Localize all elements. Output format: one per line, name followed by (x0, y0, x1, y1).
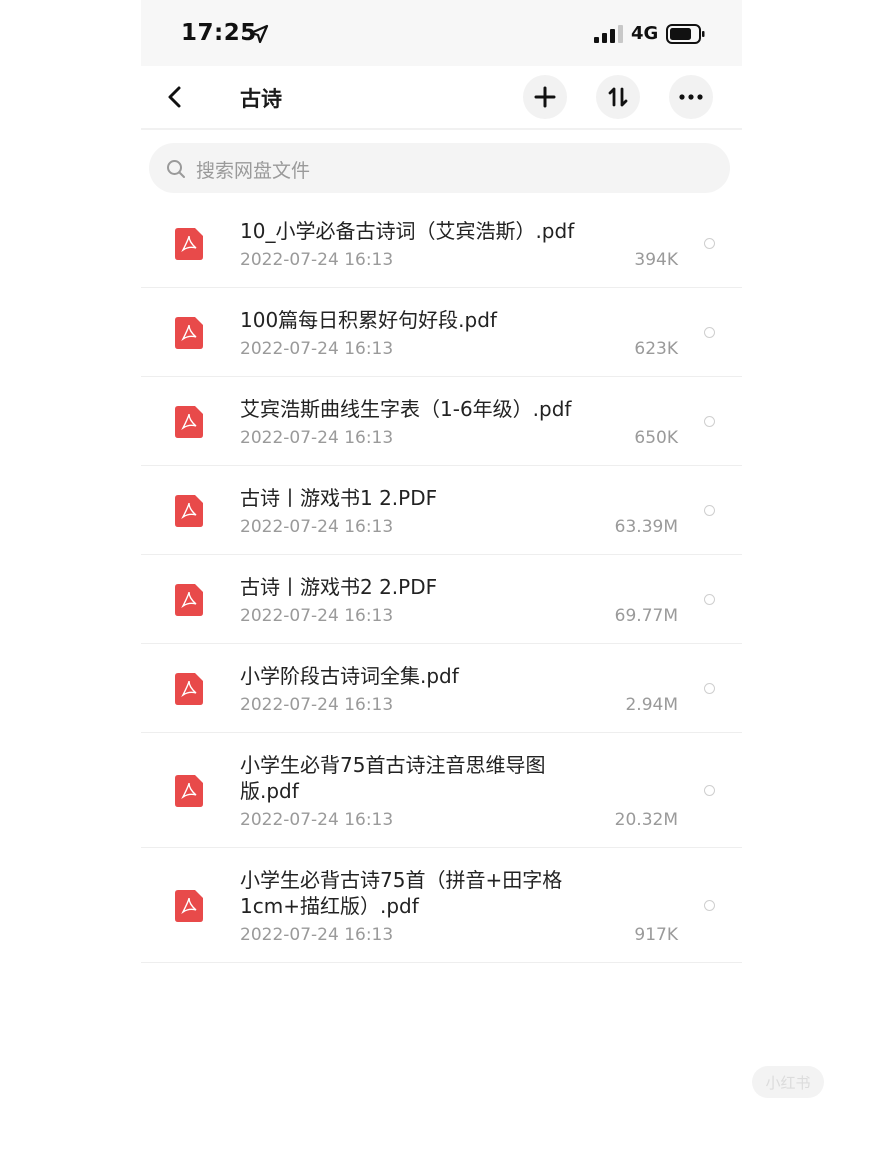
select-radio[interactable] (704, 238, 715, 249)
pdf-file-icon (175, 317, 203, 349)
file-size: 69.77M (614, 606, 678, 626)
file-date: 2022-07-24 16:13 (240, 606, 394, 626)
select-radio[interactable] (704, 327, 715, 338)
file-date: 2022-07-24 16:13 (240, 339, 394, 359)
plus-icon (534, 86, 556, 108)
file-date: 2022-07-24 16:13 (240, 810, 394, 830)
select-radio[interactable] (704, 785, 715, 796)
file-size: 394K (634, 250, 678, 270)
file-row[interactable]: 100篇每日积累好句好段.pdf 2022-07-24 16:13 623K (141, 288, 742, 377)
file-date: 2022-07-24 16:13 (240, 925, 394, 945)
file-name: 古诗丨游戏书2 2.PDF (240, 575, 438, 599)
file-name: 古诗丨游戏书1 2.PDF (240, 486, 438, 510)
file-date: 2022-07-24 16:13 (240, 428, 394, 448)
add-button[interactable] (523, 75, 567, 119)
file-name: 艾宾浩斯曲线生字表（1-6年级）.pdf (240, 397, 572, 421)
more-button[interactable] (669, 75, 713, 119)
status-bar: 17:25 4G (141, 0, 742, 66)
file-row[interactable]: 艾宾浩斯曲线生字表（1-6年级）.pdf 2022-07-24 16:13 65… (141, 377, 742, 466)
select-radio[interactable] (704, 900, 715, 911)
file-name: 小学生必背古诗75首（拼音+田字格1cm+描红版）.pdf (240, 868, 563, 918)
pdf-file-icon (175, 406, 203, 438)
pdf-file-icon (175, 228, 203, 260)
file-size: 63.39M (614, 517, 678, 537)
file-size: 623K (634, 339, 678, 359)
select-radio[interactable] (704, 683, 715, 694)
file-size: 917K (634, 925, 678, 945)
file-name: 小学生必背75首古诗注音思维导图版.pdf (240, 753, 546, 803)
network-type: 4G (631, 23, 659, 44)
file-name: 100篇每日积累好句好段.pdf (240, 308, 497, 332)
file-list: 10_小学必备古诗词（艾宾浩斯）.pdf 2022-07-24 16:13 39… (141, 199, 742, 963)
status-time: 17:25 (181, 20, 257, 46)
pdf-file-icon (175, 584, 203, 616)
pdf-file-icon (175, 775, 203, 807)
select-radio[interactable] (704, 416, 715, 427)
file-row[interactable]: 古诗丨游戏书2 2.PDF 2022-07-24 16:13 69.77M (141, 555, 742, 644)
file-name: 10_小学必备古诗词（艾宾浩斯）.pdf (240, 219, 575, 243)
file-row[interactable]: 小学阶段古诗词全集.pdf 2022-07-24 16:13 2.94M (141, 644, 742, 733)
file-date: 2022-07-24 16:13 (240, 517, 394, 537)
search-placeholder: 搜索网盘文件 (196, 160, 311, 182)
sort-button[interactable] (596, 75, 640, 119)
file-row[interactable]: 10_小学必备古诗词（艾宾浩斯）.pdf 2022-07-24 16:13 39… (141, 199, 742, 288)
pdf-file-icon (175, 673, 203, 705)
file-name: 小学阶段古诗词全集.pdf (240, 664, 459, 688)
phone-screen: 17:25 4G 古诗 搜索网盘文件 10_小学必备古诗词（艾宾浩斯）.pdf … (141, 0, 742, 1174)
watermark-logo: 小红书 (752, 1066, 824, 1098)
page-title: 古诗 (240, 87, 282, 111)
pdf-file-icon (175, 890, 203, 922)
select-radio[interactable] (704, 505, 715, 516)
file-row[interactable]: 小学生必背古诗75首（拼音+田字格1cm+描红版）.pdf 2022-07-24… (141, 848, 742, 963)
pdf-file-icon (175, 495, 203, 527)
back-button[interactable] (161, 80, 193, 114)
file-date: 2022-07-24 16:13 (240, 695, 394, 715)
battery-icon (666, 24, 705, 44)
more-dots-icon (679, 94, 703, 100)
file-size: 650K (634, 428, 678, 448)
chevron-left-icon (168, 86, 181, 108)
select-radio[interactable] (704, 594, 715, 605)
file-row[interactable]: 小学生必背75首古诗注音思维导图版.pdf 2022-07-24 16:13 2… (141, 733, 742, 848)
sort-arrows-icon (608, 87, 628, 107)
file-date: 2022-07-24 16:13 (240, 250, 394, 270)
signal-bars-icon (594, 25, 623, 43)
search-input[interactable]: 搜索网盘文件 (149, 143, 730, 193)
file-size: 20.32M (614, 810, 678, 830)
file-row[interactable]: 古诗丨游戏书1 2.PDF 2022-07-24 16:13 63.39M (141, 466, 742, 555)
nav-bar: 古诗 (141, 66, 742, 130)
location-arrow-icon (249, 24, 269, 44)
search-icon (167, 160, 185, 178)
file-size: 2.94M (625, 695, 678, 715)
